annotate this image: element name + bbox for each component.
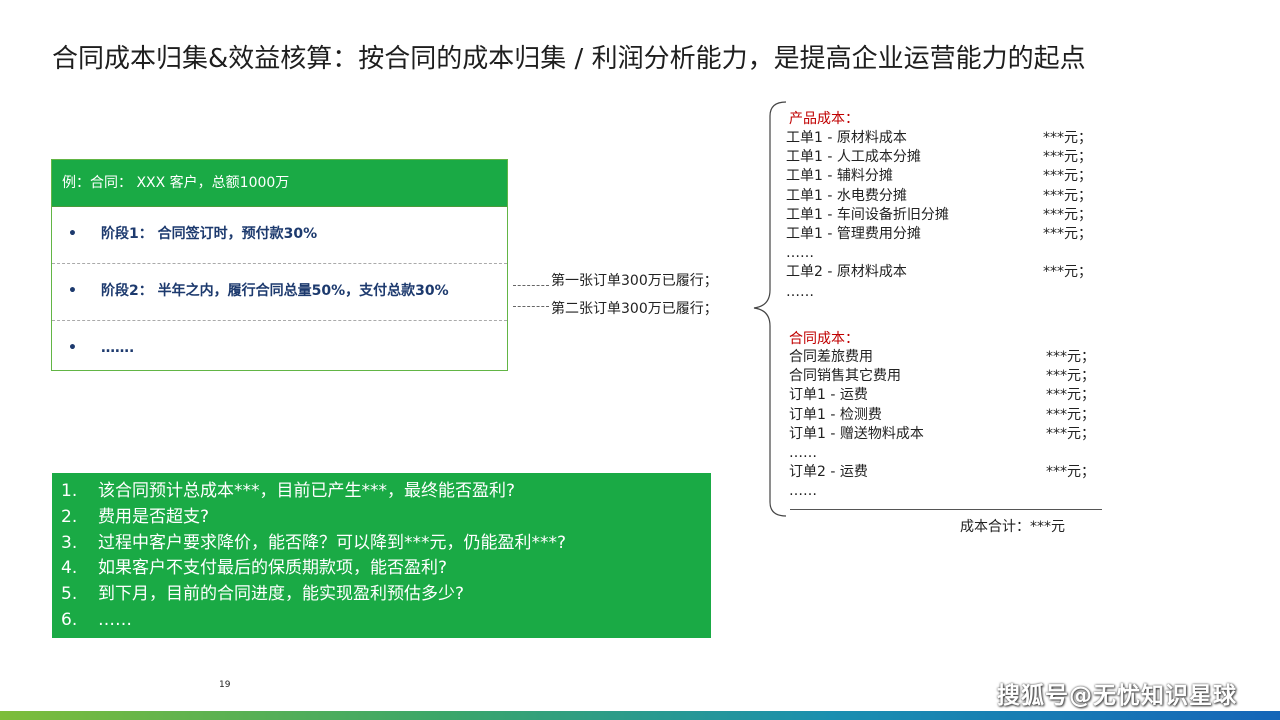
question-item: 4. 如果客户不支付最后的保质期款项，能否盈利? xyxy=(52,556,711,582)
cost-item: 工单2 - 原材料成本 xyxy=(786,264,907,281)
stage-text: ……. xyxy=(101,340,135,356)
connector-line-2 xyxy=(513,306,549,307)
bullet-icon: • xyxy=(68,283,77,299)
list-item: 工单1 - 辅料分摊 ***元； xyxy=(786,167,1092,186)
list-item: 订单2 - 运费 ***元； xyxy=(789,463,1095,482)
cost-item: …… xyxy=(786,245,814,262)
page-number: 19 xyxy=(219,680,231,690)
question-text: 该合同预计总成本***，目前已产生***，最终能否盈利? xyxy=(98,481,516,501)
question-number: 1. xyxy=(61,481,78,501)
connector-line-1 xyxy=(513,285,549,286)
contract-example-box: 例：合同： XXX 客户，总额1000万 • 阶段1： 合同签订时，预付款30%… xyxy=(51,159,508,371)
cost-amount: ***元； xyxy=(1046,349,1095,365)
cost-amount: ***元； xyxy=(1043,264,1092,281)
bullet-icon: • xyxy=(68,226,77,242)
list-item: 订单1 - 运费 ***元； xyxy=(789,386,1095,405)
cost-amount: ***元； xyxy=(1046,464,1095,481)
question-item: 5. 到下月，目前的合同进度，能实现盈利预估多少? xyxy=(52,582,711,608)
list-item: 工单1 - 人工成本分摊 ***元； xyxy=(786,148,1092,167)
contract-cost-list: 合同差旅费用 ***元； 合同销售其它费用 ***元； 订单1 - 运费 ***元； … xyxy=(789,348,1095,502)
list-item: 合同差旅费用 ***元； xyxy=(789,348,1095,367)
cost-amount: ***元； xyxy=(1046,368,1095,385)
questions-box: 1. 该合同预计总成本***，目前已产生***，最终能否盈利? 2. 费用是否超支?… xyxy=(52,473,711,638)
cost-amount: ***元； xyxy=(1043,149,1092,166)
question-item: 1. 该合同预计总成本***，目前已产生***，最终能否盈利? xyxy=(52,479,711,505)
list-item: 订单1 - 赠送物料成本 ***元； xyxy=(789,425,1095,444)
question-text: 如果客户不支付最后的保质期款项，能否盈利? xyxy=(98,558,448,579)
cost-amount: ***元； xyxy=(1043,168,1092,185)
cost-amount: ***元； xyxy=(1046,425,1095,442)
cost-item: 合同差旅费用 xyxy=(789,349,873,365)
stage-text: 阶段1： 合同签订时，预付款30% xyxy=(101,226,318,242)
cost-item: …… xyxy=(789,444,817,461)
question-number: 3. xyxy=(61,532,78,553)
list-item: 工单1 - 水电费分摊 ***元； xyxy=(786,187,1092,206)
question-item: 6. …… xyxy=(52,608,711,634)
cost-item: 工单1 - 水电费分摊 xyxy=(786,187,907,204)
total-divider xyxy=(790,509,1102,510)
cost-amount: ***元； xyxy=(1043,225,1092,242)
footer-gradient-bar xyxy=(0,711,1280,720)
cost-item: 订单2 - 运费 xyxy=(789,464,868,481)
list-item: 工单2 - 原材料成本 ***元； xyxy=(786,263,1092,282)
cost-item: 工单1 - 人工成本分摊 xyxy=(786,149,921,166)
cost-item: 订单1 - 运费 xyxy=(789,387,868,404)
question-number: 2. xyxy=(61,506,78,527)
list-item: …… xyxy=(789,444,924,463)
question-number: 4. xyxy=(61,558,78,579)
question-number: 6. xyxy=(61,609,78,630)
product-cost-title: 产品成本： xyxy=(789,111,859,127)
cost-item: …… xyxy=(786,283,814,300)
question-number: 5. xyxy=(61,584,78,605)
stage-row-2: • 阶段2： 半年之内，履行合同总量50%，支付总款30% xyxy=(52,264,507,321)
cost-item: 工单1 - 车间设备折旧分摊 xyxy=(786,206,949,223)
fulfilment-note-1: 第一张订单300万已履行； xyxy=(551,273,718,289)
contract-example-header: 例：合同： XXX 客户，总额1000万 xyxy=(52,160,507,207)
list-item: 工单1 - 原材料成本 ***元； xyxy=(786,129,1092,148)
question-item: 2. 费用是否超支? xyxy=(52,505,711,531)
cost-amount: ***元； xyxy=(1043,206,1092,223)
product-cost-list: 工单1 - 原材料成本 ***元； 工单1 - 人工成本分摊 ***元； 工单1 -… xyxy=(786,129,1092,302)
list-item: …… xyxy=(786,283,949,302)
stage-row-3: • ……. xyxy=(52,321,507,378)
stage-row-1: • 阶段1： 合同签订时，预付款30% xyxy=(52,207,507,264)
cost-amount: ***元； xyxy=(1043,187,1092,204)
cost-item: 订单1 - 赠送物料成本 xyxy=(789,425,924,442)
cost-item: 工单1 - 辅料分摊 xyxy=(786,168,893,185)
cost-item: 合同销售其它费用 xyxy=(789,368,901,385)
cost-item: 订单1 - 检测费 xyxy=(789,406,882,423)
cost-total: 成本合计：***元 xyxy=(960,519,1065,535)
list-item: …… xyxy=(786,244,949,263)
question-text: 到下月，目前的合同进度，能实现盈利预估多少? xyxy=(98,584,465,605)
bullet-icon: • xyxy=(68,340,77,356)
question-text: 过程中客户要求降价，能否降？可以降到***元，仍能盈利***? xyxy=(98,532,567,553)
list-item: 工单1 - 车间设备折旧分摊 ***元； xyxy=(786,206,1092,225)
cost-item: …… xyxy=(789,483,817,500)
cost-amount: ***元； xyxy=(1046,387,1095,404)
watermark: 搜狐号@无忧知识星球 xyxy=(997,683,1237,709)
cost-item: 工单1 - 管理费用分摊 xyxy=(786,225,921,242)
contract-cost-title: 合同成本： xyxy=(789,331,859,347)
stage-text: 阶段2： 半年之内，履行合同总量50%，支付总款30% xyxy=(101,283,449,299)
question-text: 费用是否超支? xyxy=(98,506,210,527)
list-item: 合同销售其它费用 ***元； xyxy=(789,367,1095,386)
list-item: …… xyxy=(789,482,924,501)
list-item: 订单1 - 检测费 ***元； xyxy=(789,406,1095,425)
question-item: 3. 过程中客户要求降价，能否降？可以降到***元，仍能盈利***? xyxy=(52,531,711,557)
cost-amount: ***元； xyxy=(1043,130,1092,146)
question-text: …… xyxy=(98,609,132,630)
cost-item: 工单1 - 原材料成本 xyxy=(786,130,907,146)
page-title: 合同成本归集&效益核算：按合同的成本归集 / 利润分析能力，是提高企业运营能力的… xyxy=(52,44,1086,74)
fulfilment-note-2: 第二张订单300万已履行； xyxy=(551,301,718,317)
cost-amount: ***元； xyxy=(1046,406,1095,423)
list-item: 工单1 - 管理费用分摊 ***元； xyxy=(786,225,1092,244)
